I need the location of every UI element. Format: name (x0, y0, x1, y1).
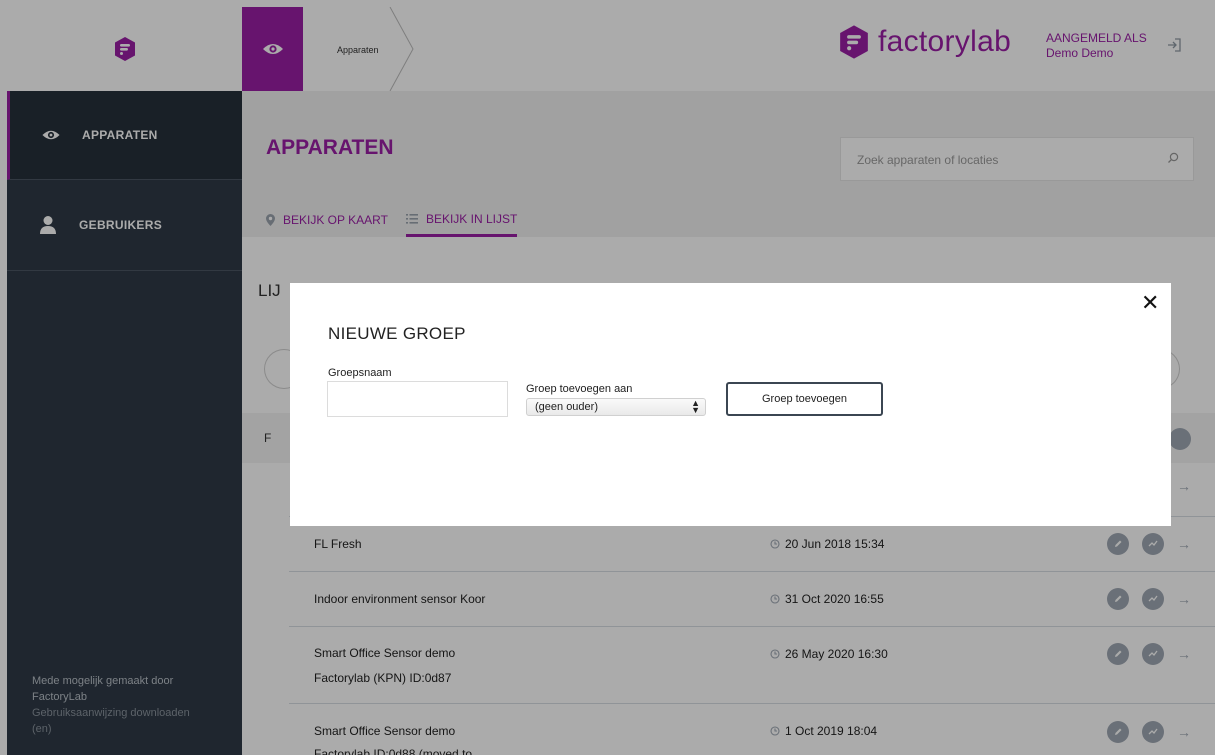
parent-group-select[interactable]: (geen ouder) ▲ ▼ (526, 398, 706, 416)
parent-group-selected: (geen ouder) (535, 401, 598, 413)
parent-group-label: Groep toevoegen aan (526, 383, 633, 395)
add-group-button[interactable]: Groep toevoegen (726, 382, 883, 416)
select-arrows-icon: ▲ ▼ (691, 398, 700, 415)
group-name-input[interactable] (327, 381, 508, 417)
new-group-modal: ✕ NIEUWE GROEP Groepsnaam Groep toevoege… (290, 283, 1171, 526)
group-name-label: Groepsnaam (328, 367, 392, 379)
close-icon[interactable]: ✕ (1141, 292, 1159, 314)
modal-title: NIEUWE GROEP (328, 324, 466, 343)
